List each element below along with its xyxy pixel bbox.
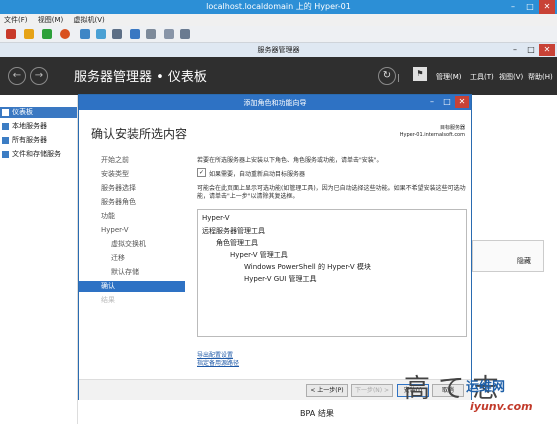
pause-icon[interactable] — [24, 29, 34, 39]
server-manager-title: 服务器管理器 — [257, 46, 300, 54]
server-manager-titlebar: 服务器管理器 – □ ✕ — [0, 43, 557, 57]
play-icon[interactable] — [42, 29, 52, 39]
sidebar-item-label: 本地服务器 — [12, 122, 47, 130]
tree-item-powershell-module: Windows PowerShell 的 Hyper-V 模块 — [244, 263, 371, 271]
storage-icon — [2, 151, 9, 158]
bpa-results-label: BPA 结果 — [300, 409, 334, 418]
wizard-titlebar: 添加角色和功能向导 – □ ✕ — [79, 95, 471, 110]
vm-close-button[interactable]: ✕ — [539, 0, 555, 14]
separator-icon: | — [397, 73, 400, 82]
step-default-stores[interactable]: 默认存储 — [111, 267, 139, 278]
auto-restart-checkbox[interactable]: ✓ — [197, 168, 206, 177]
tree-item-gui-tools: Hyper-V GUI 管理工具 — [244, 275, 317, 283]
watermark-url: iyunv.com — [470, 400, 533, 413]
breadcrumb: 服务器管理器 • 仪表板 — [74, 70, 207, 85]
step-before-you-begin[interactable]: 开始之前 — [101, 155, 129, 166]
usb-icon[interactable] — [164, 29, 174, 39]
server-manager-header: ← → 服务器管理器 • 仪表板 ↻ | ⚑ 管理(M) 工具(T) 视图(V)… — [0, 57, 557, 95]
wizard-close-button[interactable]: ✕ — [455, 96, 469, 108]
settings-icon[interactable] — [112, 29, 122, 39]
servers-icon — [2, 137, 9, 144]
fullscreen-icon[interactable] — [180, 29, 190, 39]
vm-window-titlebar: localhost.localdomain 上的 Hyper-01 – □ ✕ — [0, 0, 557, 14]
sidebar-item-label: 所有服务器 — [12, 136, 47, 144]
menu-view[interactable]: 视图(V) — [499, 72, 523, 82]
sidebar-item-dashboard[interactable]: 仪表板 — [0, 107, 77, 118]
vm-window-title: localhost.localdomain 上的 Hyper-01 — [206, 2, 351, 11]
send-keys-icon[interactable] — [146, 29, 156, 39]
revert-icon[interactable] — [96, 29, 106, 39]
sidebar: 仪表板 本地服务器 所有服务器 文件和存储服务 — [0, 95, 78, 424]
step-hyper-v[interactable]: Hyper-V — [101, 225, 129, 236]
add-roles-wizard-dialog: 添加角色和功能向导 – □ ✕ 确认安装所选内容 目标服务器 Hyper-01.… — [78, 94, 472, 400]
step-server-roles[interactable]: 服务器角色 — [101, 197, 136, 208]
site-watermark: 高 て 志 运维网 iyunv.com — [404, 368, 557, 424]
previous-button[interactable]: < 上一步(P) — [306, 384, 348, 397]
sm-minimize-button[interactable]: – — [507, 44, 523, 56]
note-text-line2: 能，请单击"上一步"以清除其复选框。 — [197, 193, 299, 200]
step-server-selection[interactable]: 服务器选择 — [101, 183, 136, 194]
step-installation-type[interactable]: 安装类型 — [101, 169, 129, 180]
reset-icon[interactable] — [60, 29, 70, 39]
tree-item-rsat: 远程服务器管理工具 — [202, 227, 265, 235]
selection-summary-box: Hyper-V 远程服务器管理工具 角色管理工具 Hyper-V 管理工具 Wi… — [197, 209, 467, 337]
tree-item-hyper-v: Hyper-V — [202, 214, 230, 222]
vm-menu-vm[interactable]: 虚拟机(V) — [69, 14, 108, 26]
vm-minimize-button[interactable]: – — [505, 0, 521, 14]
step-migration[interactable]: 迁移 — [111, 253, 125, 264]
sm-maximize-button[interactable]: □ — [523, 44, 539, 56]
sidebar-item-label: 仪表板 — [12, 108, 33, 116]
console-icon[interactable] — [130, 29, 140, 39]
hide-link[interactable]: 隐藏 — [517, 256, 531, 266]
vm-menubar: 文件(F) 视图(M) 虚拟机(V) — [0, 14, 557, 26]
sidebar-item-all-servers[interactable]: 所有服务器 — [0, 135, 77, 146]
vm-menu-view[interactable]: 视图(M) — [34, 14, 68, 26]
menu-tools[interactable]: 工具(T) — [470, 72, 494, 82]
step-virtual-switches[interactable]: 虚拟交换机 — [111, 239, 146, 250]
sidebar-item-local-server[interactable]: 本地服务器 — [0, 121, 77, 132]
step-confirmation[interactable]: 确认 — [79, 281, 185, 292]
wizard-maximize-button[interactable]: □ — [440, 96, 454, 108]
forward-arrow-icon[interactable]: → — [30, 67, 48, 85]
auto-restart-label: 如果需要，自动重新启动目标服务器 — [209, 171, 306, 178]
back-arrow-icon[interactable]: ← — [8, 67, 26, 85]
dashboard-icon — [2, 109, 9, 116]
watermark-text: 运维网 — [466, 380, 506, 395]
sm-close-button[interactable]: ✕ — [539, 44, 555, 56]
vm-toolbar — [0, 26, 557, 43]
intro-text: 若要在所选服务器上安装以下角色、角色服务或功能，请单击"安装"。 — [197, 157, 383, 164]
stop-icon[interactable] — [6, 29, 16, 39]
notifications-flag-icon[interactable]: ⚑ — [413, 67, 427, 81]
alternate-source-link[interactable]: 指定备用源路径 — [197, 358, 239, 367]
menu-manage[interactable]: 管理(M) — [436, 72, 462, 82]
step-features[interactable]: 功能 — [101, 211, 115, 222]
destination-server-name: Hyper-01.internalsoft.com — [399, 132, 465, 138]
vm-maximize-button[interactable]: □ — [522, 0, 538, 14]
menu-help[interactable]: 帮助(H) — [528, 72, 553, 82]
server-icon — [2, 123, 9, 130]
dashboard-tile: 隐藏 — [472, 240, 544, 272]
next-button: 下一步(N) > — [351, 384, 393, 397]
tree-item-role-tools: 角色管理工具 — [216, 239, 258, 247]
tree-item-hyperv-tools: Hyper-V 管理工具 — [230, 251, 288, 259]
sidebar-item-label: 文件和存储服务 — [12, 150, 61, 158]
page-title: 确认安装所选内容 — [91, 127, 188, 141]
snapshot-icon[interactable] — [80, 29, 90, 39]
step-results: 结果 — [101, 296, 115, 304]
wizard-title: 添加角色和功能向导 — [243, 99, 307, 107]
sidebar-item-file-storage[interactable]: 文件和存储服务 — [0, 149, 77, 160]
vm-menu-file[interactable]: 文件(F) — [0, 14, 32, 26]
refresh-icon[interactable]: ↻ — [378, 67, 396, 85]
destination-server-label: 目标服务器 — [439, 125, 465, 131]
wizard-minimize-button[interactable]: – — [425, 96, 439, 108]
